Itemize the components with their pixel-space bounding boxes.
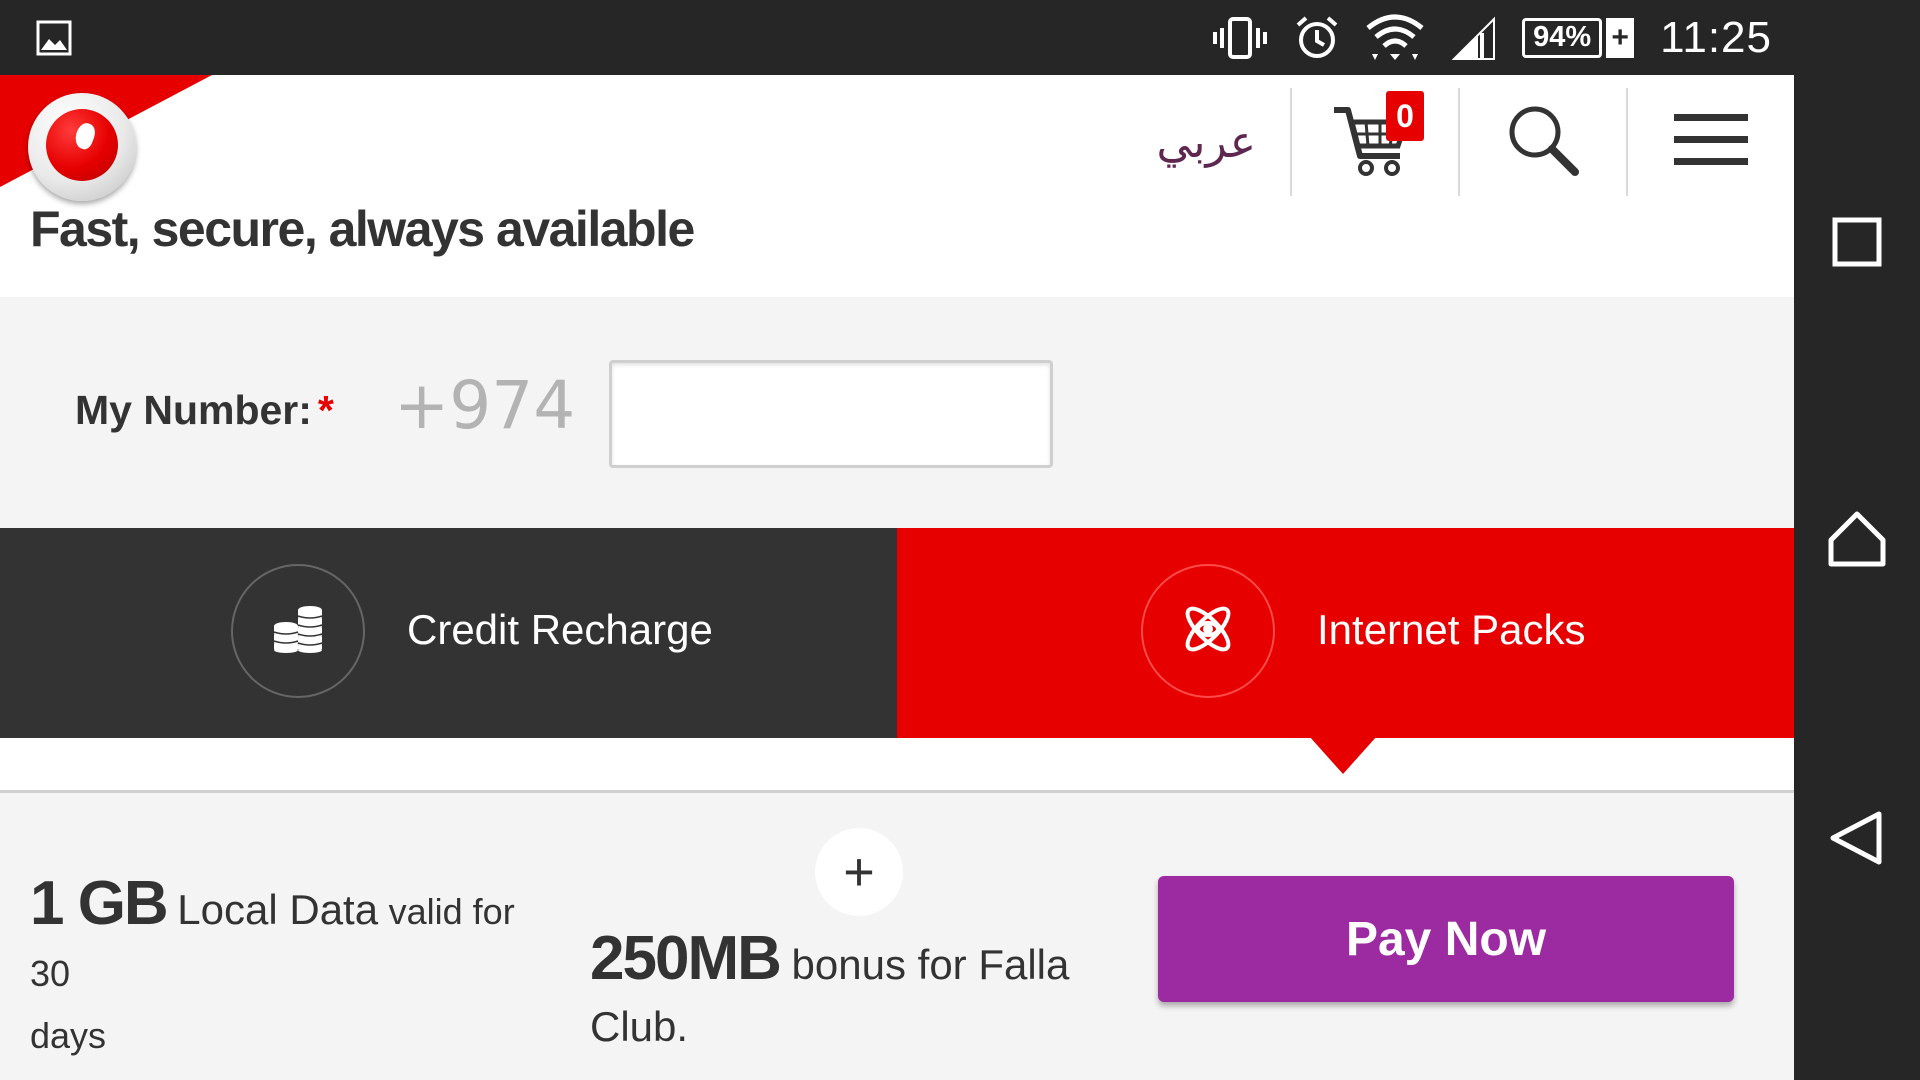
validity-unit: days <box>30 1015 107 1056</box>
header-actions: عربي 0 <box>1157 87 1794 197</box>
search-button[interactable] <box>1460 87 1626 197</box>
bonus-text: bonus for Falla <box>791 941 1070 988</box>
wifi-icon <box>1366 14 1424 62</box>
cart-count-badge: 0 <box>1386 91 1424 141</box>
required-asterisk: * <box>317 387 334 433</box>
status-bar: 94% + 11:25 <box>0 0 1794 75</box>
battery-icon: 94% + <box>1522 17 1635 58</box>
home-button[interactable] <box>1827 508 1887 568</box>
tab-internet-packs-label: Internet Packs <box>1317 606 1586 653</box>
tab-internet-packs[interactable]: Internet Packs <box>897 528 1794 774</box>
screen: 94% + 11:25 Fast, secure, always availab… <box>0 0 1920 1080</box>
back-button[interactable] <box>1827 808 1887 868</box>
offer-data-description: 1 GB Local Data valid for 30 days <box>30 873 550 1067</box>
search-icon <box>1503 100 1583 185</box>
tab-credit-recharge[interactable]: Credit Recharge <box>0 528 897 738</box>
battery-level: 94% <box>1522 17 1603 58</box>
number-section: My Number: * +974 <box>0 297 1794 528</box>
square-icon <box>1827 217 1887 276</box>
bonus-text-suffix: Club. <box>590 1003 689 1050</box>
hamburger-menu-icon <box>1674 112 1748 173</box>
my-number-label-text: My Number: <box>75 387 312 433</box>
pay-now-button[interactable]: Pay Now <box>1158 876 1734 1002</box>
my-number-label: My Number: * <box>75 387 334 434</box>
cellular-signal-icon <box>1450 15 1496 61</box>
home-icon <box>1827 511 1887 572</box>
atom-icon <box>1177 598 1239 665</box>
charging-indicator: + <box>1606 17 1635 58</box>
back-triangle-icon <box>1827 811 1887 872</box>
data-amount: 1 GB <box>30 869 169 938</box>
recharge-tabs: Credit Recharge Internet Packs <box>0 528 1794 774</box>
arabic-language-link[interactable]: عربي <box>1157 117 1290 168</box>
menu-button[interactable] <box>1628 87 1794 197</box>
data-type: Local Data <box>177 886 379 933</box>
gallery-icon <box>36 20 72 56</box>
active-tab-pointer <box>1309 736 1377 774</box>
offer-card: 1 GB Local Data valid for 30 days + 250M… <box>0 793 1794 1080</box>
country-code-prefix: +974 <box>394 367 576 444</box>
alarm-icon <box>1294 15 1340 61</box>
navigation-bar <box>1794 0 1920 1080</box>
vodafone-logo[interactable] <box>28 93 136 201</box>
tagline: Fast, secure, always available <box>30 201 695 257</box>
logo-quote-mark <box>72 120 98 152</box>
clock: 11:25 <box>1660 12 1772 62</box>
cart-button[interactable]: 0 <box>1292 87 1458 197</box>
logo-mark <box>46 109 118 181</box>
vibrate-icon <box>1212 16 1268 60</box>
coins-icon <box>268 604 328 659</box>
recent-apps-button[interactable] <box>1827 212 1887 272</box>
tab-icon-circle <box>1141 564 1275 698</box>
header: Fast, secure, always available عربي 0 <box>0 75 1794 297</box>
offer-bonus-description: 250MB bonus for Falla Club. <box>590 928 1110 1058</box>
phone-number-input[interactable] <box>609 360 1053 468</box>
tab-credit-recharge-label: Credit Recharge <box>407 606 713 653</box>
plus-icon: + <box>815 828 903 916</box>
page: Fast, secure, always available عربي 0 My… <box>0 75 1794 1080</box>
bonus-amount: 250MB <box>590 924 782 993</box>
tab-icon-circle <box>231 564 365 698</box>
